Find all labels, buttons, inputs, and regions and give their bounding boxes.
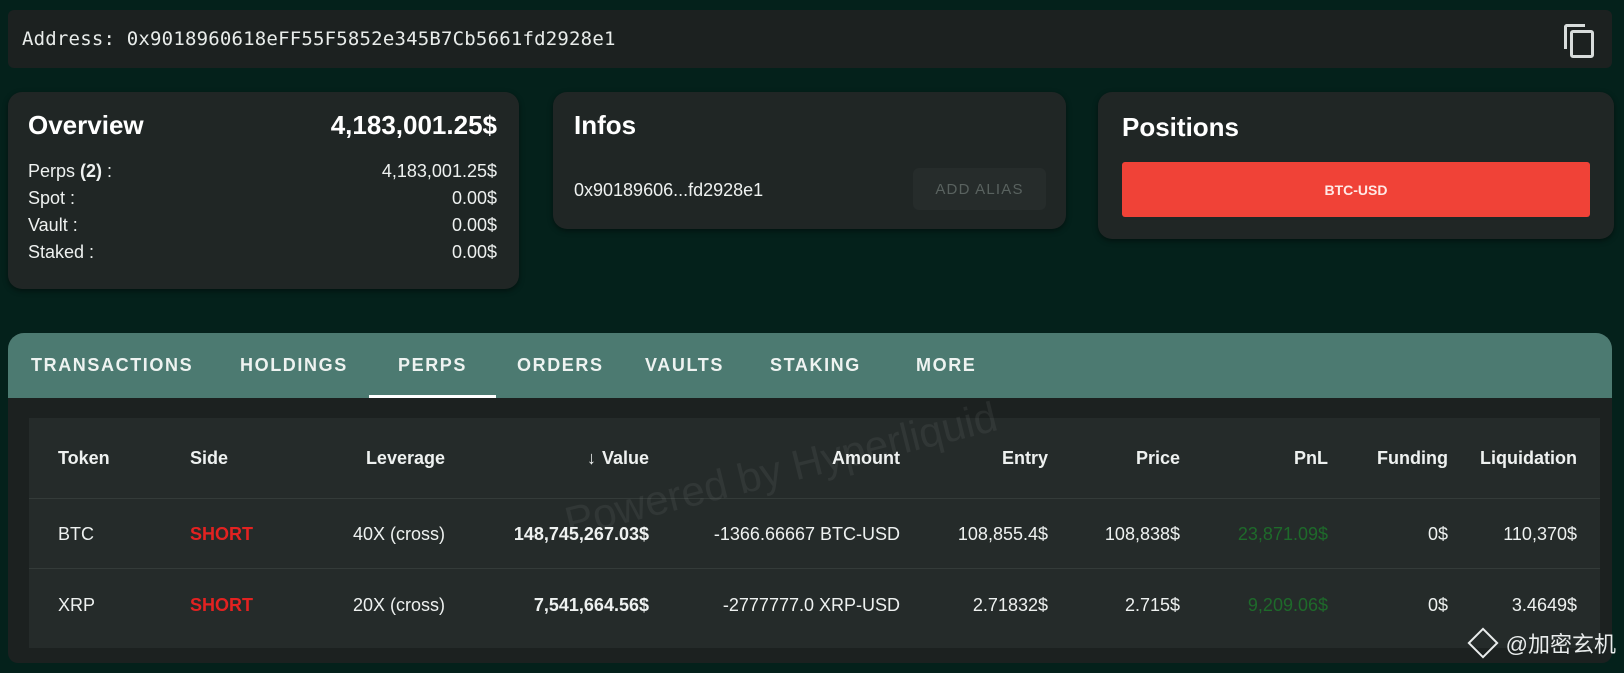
- row-xrp-entry: 2.71832$: [972, 595, 1048, 615]
- row-btc-side: SHORT: [190, 524, 253, 544]
- row-xrp-liquidation: 3.4649$: [1511, 595, 1577, 615]
- copy-icon[interactable]: [1562, 22, 1594, 58]
- overview-row-value: 4,183,001.25$: [381, 161, 497, 181]
- header-price[interactable]: Price: [1136, 448, 1180, 469]
- row-btc-price: 108,838$: [1104, 524, 1180, 544]
- overview-row-value: 0.00$: [451, 242, 497, 262]
- overview-row-perps: Perps (2) : 4,183,001.25$: [28, 158, 497, 185]
- overview-row-label: Staked :: [28, 242, 95, 262]
- row-btc-token: BTC: [58, 524, 94, 544]
- row-btc-funding: 0$: [1427, 524, 1448, 544]
- header-value[interactable]: ↓ Value: [587, 448, 649, 469]
- row-xrp-side: SHORT: [190, 595, 253, 615]
- overview-row-vault: Vault : 0.00$: [28, 212, 497, 239]
- tab-orders[interactable]: ORDERS: [517, 333, 604, 398]
- infos-short-address: 0x90189606...fd2928e1: [574, 180, 764, 200]
- tab-more[interactable]: MORE: [916, 333, 976, 398]
- overview-row-label: Spot :: [28, 188, 76, 208]
- binance-icon: [1467, 627, 1499, 659]
- overview-row-label: Perps: [28, 161, 76, 181]
- tab-bar: TRANSACTIONS HOLDINGS PERPS ORDERS VAULT…: [8, 333, 1612, 398]
- row-btc-entry: 108,855.4$: [957, 524, 1048, 544]
- row-btc-amount: -1366.66667 BTC-USD: [713, 524, 900, 544]
- divider: [29, 568, 1600, 569]
- address-text: Address: 0x9018960618eFF55F5852e345B7Cb5…: [22, 28, 616, 50]
- row-xrp-leverage: 20X (cross): [352, 595, 445, 615]
- header-side[interactable]: Side: [190, 448, 228, 469]
- tab-staking[interactable]: STAKING: [770, 333, 861, 398]
- tab-vaults[interactable]: VAULTS: [645, 333, 724, 398]
- row-btc-liquidation: 110,370$: [1503, 524, 1577, 544]
- row-xrp-value: 7,541,664.56$: [533, 595, 649, 615]
- header-liquidation[interactable]: Liquidation: [1480, 448, 1577, 469]
- address-label: Address:: [22, 28, 116, 50]
- overview-card: Overview 4,183,001.25$ Perps (2) : 4,183…: [8, 92, 519, 289]
- perps-count: (2): [80, 161, 103, 181]
- positions-card: Positions BTC-USD: [1098, 92, 1614, 239]
- overview-row-suffix: :: [102, 161, 113, 181]
- header-token[interactable]: Token: [58, 448, 110, 469]
- row-xrp-pnl: 9,209.06$: [1247, 595, 1328, 615]
- row-xrp-token: XRP: [58, 595, 96, 615]
- row-btc-leverage: 40X (cross): [352, 524, 445, 544]
- address-value: 0x9018960618eFF55F5852e345B7Cb5661fd2928…: [126, 28, 616, 50]
- position-bar-btc-usd[interactable]: BTC-USD: [1122, 162, 1590, 217]
- overview-row-value: 0.00$: [451, 188, 497, 208]
- infos-title: Infos: [574, 110, 637, 140]
- divider: [29, 498, 1600, 499]
- positions-title: Positions: [1122, 112, 1240, 142]
- header-value-label: Value: [601, 448, 649, 468]
- overview-row-value: 0.00$: [451, 215, 497, 235]
- tab-holdings[interactable]: HOLDINGS: [240, 333, 348, 398]
- overview-row-spot: Spot : 0.00$: [28, 185, 497, 212]
- overview-title: Overview: [28, 110, 144, 140]
- row-xrp-amount: -2777777.0 XRP-USD: [722, 595, 900, 615]
- header-entry[interactable]: Entry: [1002, 448, 1048, 469]
- row-btc-pnl: 23,871.09$: [1237, 524, 1328, 544]
- header-leverage[interactable]: Leverage: [366, 448, 445, 469]
- overview-total: 4,183,001.25$: [330, 110, 497, 140]
- infos-card: Infos 0x90189606...fd2928e1 ADD ALIAS: [553, 92, 1066, 229]
- tab-perps[interactable]: PERPS: [368, 333, 497, 398]
- address-bar: Address: 0x9018960618eFF55F5852e345B7Cb5…: [8, 10, 1612, 68]
- tab-transactions[interactable]: TRANSACTIONS: [31, 333, 193, 398]
- overview-row-staked: Staked : 0.00$: [28, 239, 497, 266]
- sort-arrow-down-icon: ↓: [586, 448, 596, 468]
- brand-watermark: @加密玄机: [1467, 627, 1616, 659]
- brand-text: @加密玄机: [1505, 632, 1616, 657]
- row-xrp-price: 2.715$: [1124, 595, 1180, 615]
- overview-rows: Perps (2) : 4,183,001.25$ Spot : 0.00$ V…: [28, 158, 497, 266]
- tabs-panel: TRANSACTIONS HOLDINGS PERPS ORDERS VAULT…: [8, 333, 1612, 663]
- add-alias-button[interactable]: ADD ALIAS: [913, 168, 1046, 210]
- header-pnl[interactable]: PnL: [1294, 448, 1328, 469]
- overview-row-label: Vault :: [28, 215, 78, 235]
- row-xrp-funding: 0$: [1427, 595, 1448, 615]
- header-funding[interactable]: Funding: [1377, 448, 1448, 469]
